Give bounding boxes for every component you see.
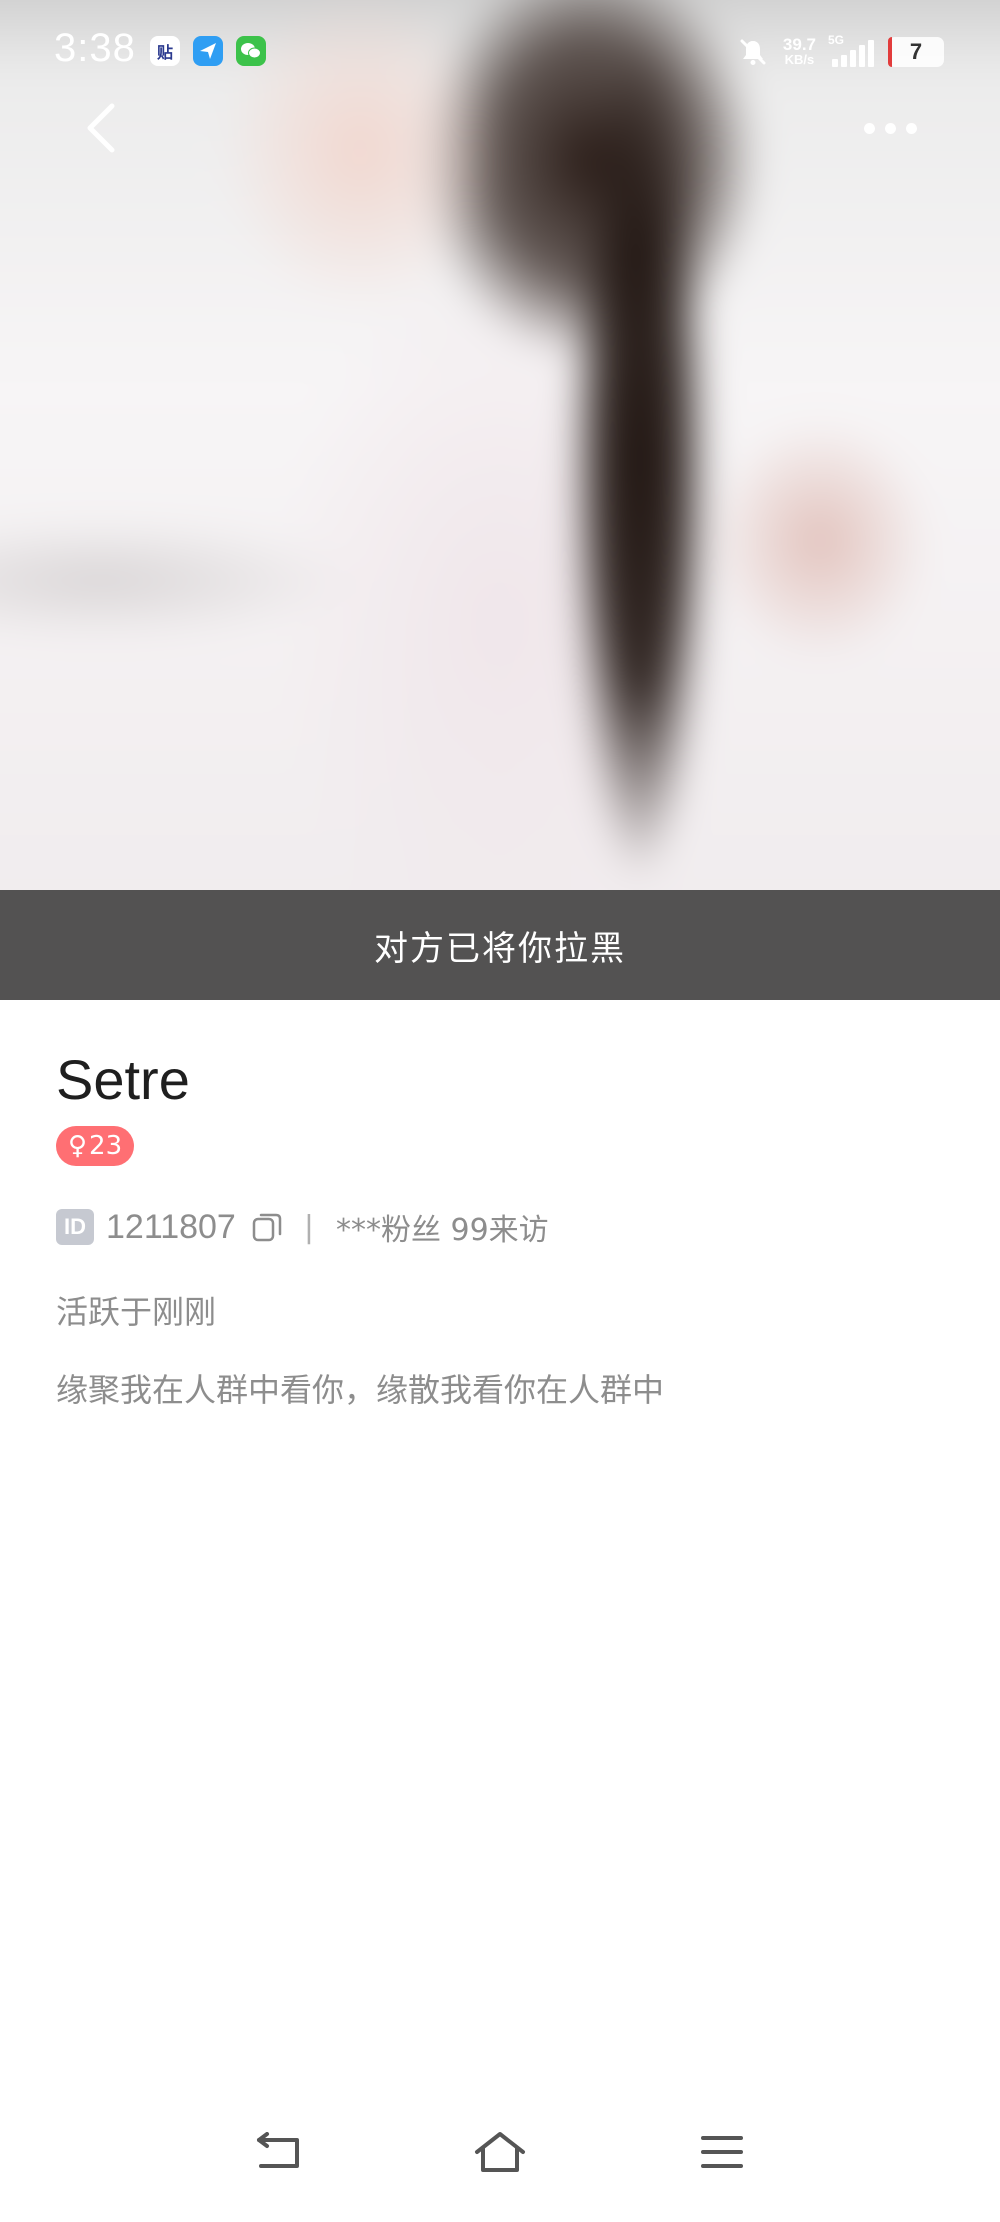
send-app-icon bbox=[193, 36, 223, 66]
tie-app-icon: 贴 bbox=[150, 36, 180, 66]
active-status: 活跃于刚刚 bbox=[56, 1293, 217, 1331]
username: Setre bbox=[56, 1048, 190, 1111]
status-bar: 3:38 贴 39.7 KB/s 5G 7 bbox=[0, 0, 1000, 100]
cover-photo: 对方已将你拉黑 bbox=[0, 0, 1000, 1000]
system-back-icon bbox=[257, 2132, 299, 2168]
mute-bell-icon bbox=[740, 39, 766, 65]
wechat-bubbles-icon bbox=[241, 43, 261, 59]
separator: | bbox=[303, 1209, 314, 1245]
system-menu-button[interactable] bbox=[690, 2120, 754, 2184]
blurred-photo bbox=[0, 0, 1000, 1000]
network-speed: 39.7 KB/s bbox=[782, 35, 816, 67]
id-row: ID 1211807 | ***粉丝 99来访 bbox=[56, 1202, 944, 1252]
profile-page: 对方已将你拉黑 3:38 贴 39.7 KB/s 5G 7 Setre ♀ 23… bbox=[0, 0, 1000, 2222]
fans-visitors-stats: ***粉丝 99来访 bbox=[335, 1213, 549, 1248]
copy-icon[interactable] bbox=[250, 1210, 284, 1244]
tie-app-label: 贴 bbox=[156, 43, 173, 62]
system-nav-bar bbox=[0, 2120, 1000, 2200]
signal-icon: 5G bbox=[828, 33, 874, 67]
female-icon: ♀ bbox=[68, 1131, 88, 1161]
age-value: 23 bbox=[89, 1131, 123, 1161]
more-dot bbox=[884, 122, 896, 134]
network-speed-unit: KB/s bbox=[784, 52, 815, 67]
wechat-app-icon bbox=[236, 36, 266, 66]
user-id: 1211807 bbox=[106, 1207, 236, 1246]
bio: 缘聚我在人群中看你，缘散我看你在人群中 bbox=[56, 1371, 665, 1409]
blocked-message: 对方已将你拉黑 bbox=[374, 928, 626, 969]
system-home-button[interactable] bbox=[468, 2120, 532, 2184]
blocked-banner: 对方已将你拉黑 bbox=[0, 890, 1000, 1000]
network-type: 5G bbox=[828, 33, 845, 47]
profile-info: Setre ♀ 23 ID 1211807 | ***粉丝 99来访 活跃于刚刚… bbox=[56, 1040, 944, 1420]
more-dot bbox=[905, 122, 917, 134]
more-button[interactable] bbox=[850, 106, 930, 150]
chevron-left-icon bbox=[87, 103, 115, 153]
status-right-group: 39.7 KB/s 5G 7 bbox=[737, 30, 944, 74]
system-back-button[interactable] bbox=[246, 2120, 310, 2184]
id-badge: ID bbox=[56, 1209, 94, 1245]
network-speed-value: 39.7 bbox=[782, 35, 816, 54]
status-time: 3:38 bbox=[54, 26, 136, 70]
battery-icon: 7 bbox=[888, 37, 944, 67]
battery-level: 7 bbox=[909, 39, 923, 64]
gender-age-badge: ♀ 23 bbox=[56, 1126, 135, 1166]
back-button[interactable] bbox=[72, 98, 132, 158]
system-home-icon bbox=[475, 2132, 525, 2172]
more-dots-icon bbox=[863, 122, 875, 134]
system-menu-icon bbox=[701, 2136, 743, 2168]
send-arrow-icon bbox=[200, 43, 216, 59]
